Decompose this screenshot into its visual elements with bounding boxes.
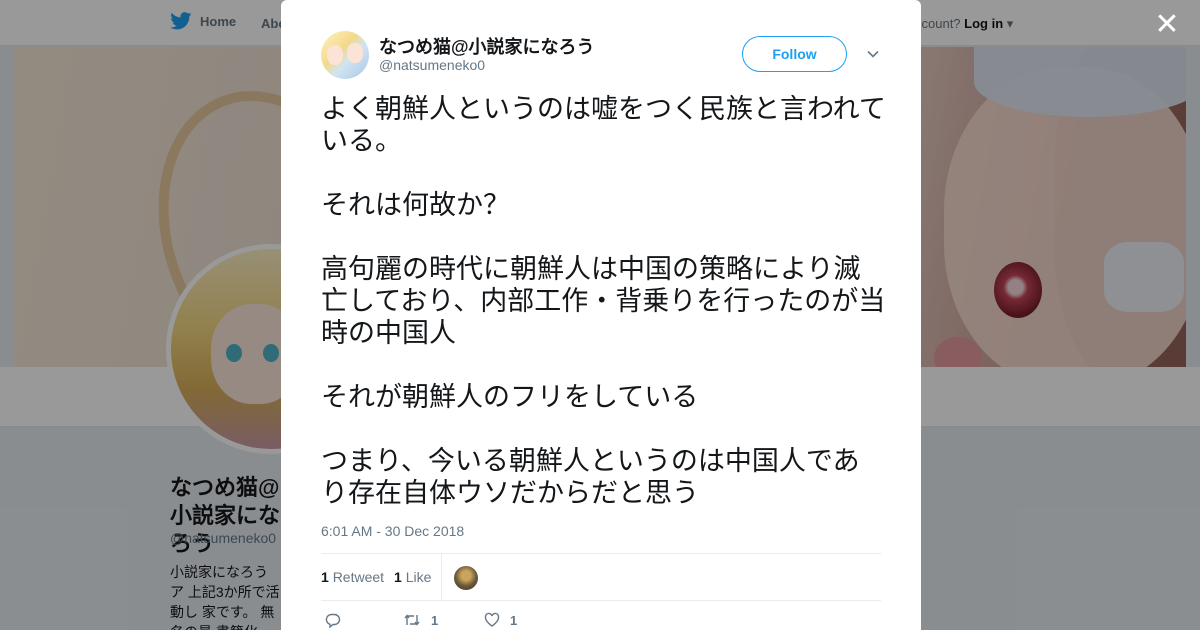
tweet-timestamp[interactable]: 6:01 AM - 30 Dec 2018 <box>321 523 464 539</box>
tweet-paragraph: それが朝鮮人のフリをしている <box>321 382 699 413</box>
reply-icon <box>325 613 341 628</box>
author-name[interactable]: なつめ猫@小説家になろう <box>379 33 595 59</box>
tweet-actions: 1 1 <box>321 612 881 630</box>
like-action[interactable]: 1 <box>484 612 517 628</box>
stats-divider <box>441 554 442 601</box>
tweet-paragraph: つまり、今いる朝鮮人というのは中国人であり存在自体ウソだからだと思う <box>321 446 860 509</box>
author-avatar[interactable] <box>321 31 369 79</box>
tweet-paragraph: 高句麗の時代に朝鮮人は中国の策略により滅亡しており、内部工作・背乗りを行ったのが… <box>321 254 886 349</box>
retweet-stat-label: Retweet <box>332 569 385 585</box>
author-handle[interactable]: @natsumeneko0 <box>379 57 485 73</box>
tweet-paragraph: それは何故か？ <box>321 190 510 221</box>
tweet-modal: なつめ猫@小説家になろう @natsumeneko0 Follow よく朝鮮人と… <box>281 0 921 630</box>
like-count: 1 <box>510 612 518 628</box>
like-stat[interactable]: 1 Like <box>394 569 431 585</box>
chevron-down-icon[interactable] <box>865 46 881 62</box>
reply-action[interactable] <box>325 612 351 628</box>
retweet-action[interactable]: 1 <box>403 612 438 628</box>
like-stat-label: Like <box>405 569 432 585</box>
like-stat-count: 1 <box>394 569 402 585</box>
follow-button[interactable]: Follow <box>742 36 847 72</box>
retweet-stat-count: 1 <box>321 569 329 585</box>
tweet-paragraph: よく朝鮮人というのは嘘をつく民族と言われている。 <box>321 94 886 157</box>
retweet-stat[interactable]: 1 Retweet <box>321 569 384 585</box>
retweet-icon <box>404 614 420 626</box>
retweet-count: 1 <box>431 612 439 628</box>
tweet-text: よく朝鮮人というのは嘘をつく民族と言われている。 それは何故か？ 高句麗の時代に… <box>321 94 886 510</box>
liker-avatar[interactable] <box>454 566 478 590</box>
close-icon[interactable]: ✕ <box>1152 10 1182 40</box>
tweet-stats: 1 Retweet 1 Like <box>321 553 881 601</box>
heart-icon <box>484 612 500 627</box>
